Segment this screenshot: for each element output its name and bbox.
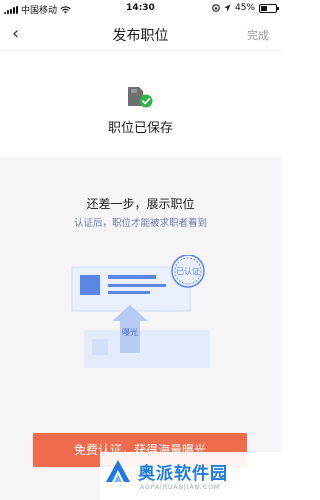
status-bar: 中国移动 14:30 45% [0, 0, 281, 18]
status-right: 45% [212, 3, 279, 13]
battery-icon [259, 3, 279, 13]
saved-document-icon [128, 87, 153, 108]
arrow-label: 曝光 [122, 327, 138, 337]
page-title: 发布职位 [112, 28, 169, 44]
certified-stamp-icon: 已认证 [171, 255, 205, 288]
certification-illustration: 已认证 曝光 [71, 255, 210, 368]
saved-status-text: 职位已保存 [107, 121, 173, 136]
nav-bar: ‹ 发布职位 完成 [0, 18, 281, 51]
illus-front-square [80, 275, 100, 295]
battery-percent: 45% [234, 3, 255, 13]
watermark: 奥派软件园 AOPAIRUANJIAN.COM [100, 452, 281, 500]
lock-rotation-icon [212, 4, 220, 12]
illus-line-1 [108, 275, 156, 279]
illus-line-2 [108, 284, 166, 287]
illus-back-square [92, 339, 108, 355]
saved-section: 职位已保存 [0, 52, 281, 157]
battery-level [261, 5, 268, 11]
illus-line-3 [108, 291, 150, 294]
brand-logo-icon [106, 460, 130, 482]
promo-subline: 认证后，职位才能被求职者看到 [73, 218, 207, 229]
watermark-sub: AOPAIRUANJIAN.COM [140, 484, 221, 491]
watermark-brand: 奥派软件园 [138, 464, 228, 484]
promo-headline: 还差一步，展示职位 [86, 197, 195, 211]
done-button[interactable]: 完成 [247, 27, 269, 43]
location-icon [224, 4, 231, 12]
stamp-label: 已认证 [176, 266, 200, 276]
